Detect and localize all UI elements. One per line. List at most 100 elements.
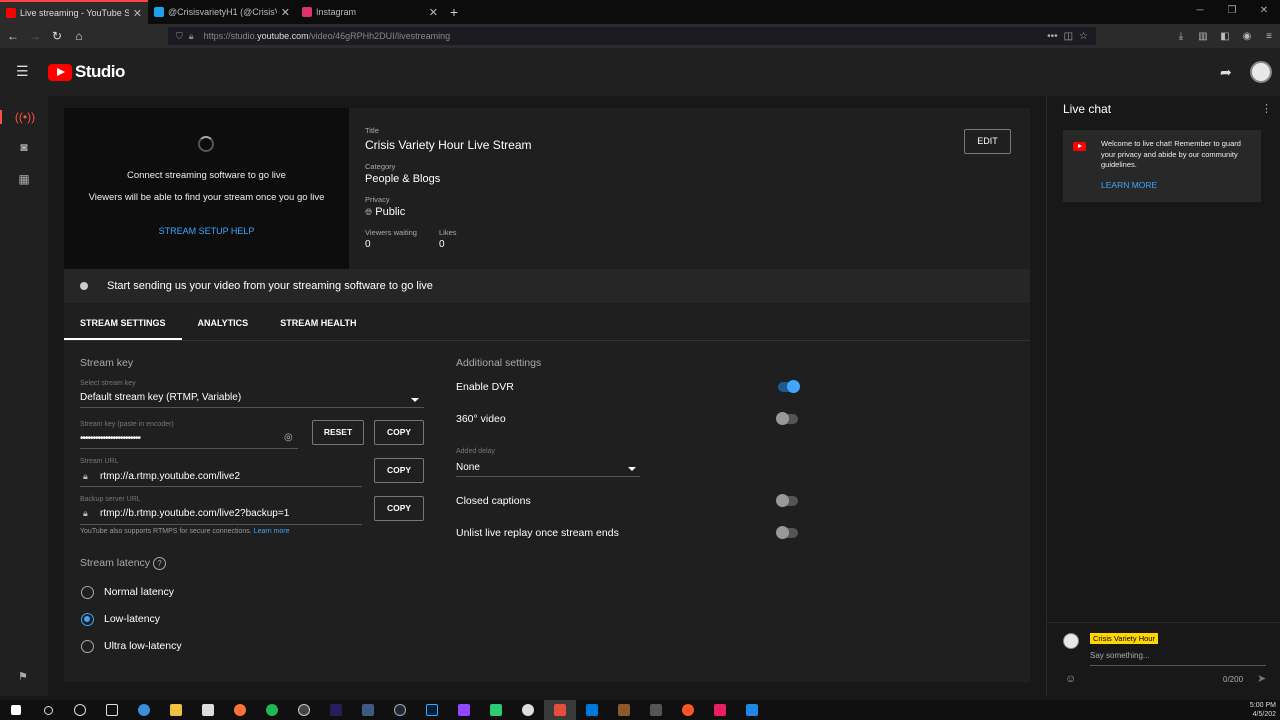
- system-clock[interactable]: 5:00 PM 4/5/202: [1250, 701, 1276, 719]
- firefox-icon[interactable]: [224, 700, 256, 720]
- additional-settings-heading: Additional settings: [456, 357, 542, 369]
- file-explorer-icon[interactable]: [160, 700, 192, 720]
- enable-dvr-toggle[interactable]: [778, 380, 800, 393]
- spotify-icon[interactable]: [256, 700, 288, 720]
- stream-setup-help-link[interactable]: STREAM SETUP HELP: [64, 226, 349, 236]
- minecraft-icon[interactable]: [608, 700, 640, 720]
- chat-message-input[interactable]: Say something...: [1090, 651, 1150, 660]
- hamburger-menu-icon[interactable]: ☰: [16, 64, 30, 78]
- toggle-knob: [776, 526, 789, 539]
- browser-tab-youtube-studio[interactable]: Live streaming - YouTube Studio ✕: [0, 0, 148, 24]
- cortana-icon[interactable]: [64, 700, 96, 720]
- twitch-icon[interactable]: [448, 700, 480, 720]
- closed-captions-toggle[interactable]: [776, 494, 798, 507]
- category-value: People & Blogs: [365, 173, 441, 185]
- app-icon[interactable]: [352, 700, 384, 720]
- rtmps-note: YouTube also supports RTMPS for secure c…: [80, 528, 290, 535]
- store-icon[interactable]: [192, 700, 224, 720]
- camera-icon[interactable]: ◙: [0, 140, 48, 154]
- low-latency-radio[interactable]: [81, 613, 94, 626]
- steam-icon[interactable]: [384, 700, 416, 720]
- close-tab-icon[interactable]: ✕: [281, 6, 290, 19]
- close-window-icon[interactable]: ✕: [1248, 0, 1280, 22]
- copy-stream-key-button[interactable]: COPY: [374, 420, 424, 445]
- account-icon[interactable]: ◉: [1236, 31, 1258, 42]
- bookmark-star-icon[interactable]: ☆: [1079, 31, 1088, 42]
- stream-status-text: Start sending us your video from your st…: [107, 280, 433, 292]
- edit-button[interactable]: EDIT: [964, 129, 1011, 154]
- tab-analytics[interactable]: ANALYTICS: [182, 308, 265, 340]
- backup-url-field[interactable]: rtmp://b.rtmp.youtube.com/live2?backup=1: [100, 508, 289, 519]
- feedback-icon[interactable]: ⚑: [18, 670, 28, 683]
- task-view-icon[interactable]: [96, 700, 128, 720]
- normal-latency-radio[interactable]: [81, 586, 94, 599]
- home-icon[interactable]: ⌂: [68, 29, 90, 43]
- added-delay-select[interactable]: None: [456, 462, 480, 473]
- premiere-icon[interactable]: [320, 700, 352, 720]
- ultra-low-latency-label: Ultra low-latency: [104, 640, 182, 652]
- calculator-icon[interactable]: [640, 700, 672, 720]
- reset-button[interactable]: RESET: [312, 420, 364, 445]
- search-icon[interactable]: [32, 700, 64, 720]
- photoshop-icon[interactable]: [416, 700, 448, 720]
- app-red-icon[interactable]: [672, 700, 704, 720]
- maximize-icon[interactable]: ❐: [1216, 0, 1248, 22]
- browser-tab-instagram[interactable]: Instagram ✕: [296, 0, 444, 24]
- app-active-icon[interactable]: [544, 700, 576, 720]
- calendar-icon[interactable]: ▦: [0, 172, 48, 186]
- photos-icon[interactable]: [736, 700, 768, 720]
- library-icon[interactable]: ▥: [1192, 31, 1214, 42]
- url-bar[interactable]: ⛉ 🔒︎ https://studio.youtube.com/video/46…: [168, 27, 1096, 45]
- account-avatar[interactable]: [1250, 61, 1272, 83]
- stream-url-field[interactable]: rtmp://a.rtmp.youtube.com/live2: [100, 471, 240, 482]
- pocket-icon[interactable]: ◫: [1064, 31, 1073, 42]
- reload-icon[interactable]: ↻: [46, 29, 68, 43]
- youtube-favicon-icon: [6, 8, 16, 18]
- studio-logo[interactable]: Studio: [48, 62, 125, 82]
- stream-key-field[interactable]: ••••••••••••••••••••••••: [80, 433, 141, 444]
- learn-more-link[interactable]: Learn more: [254, 528, 290, 535]
- chevron-down-icon[interactable]: [628, 467, 636, 471]
- eye-hide-icon[interactable]: ◎: [284, 432, 293, 443]
- vscode-icon[interactable]: [576, 700, 608, 720]
- toggle-knob: [776, 412, 789, 425]
- tabs-divider: [64, 340, 1030, 341]
- game-icon[interactable]: [480, 700, 512, 720]
- share-icon[interactable]: ➦: [1220, 64, 1232, 81]
- emoji-icon[interactable]: ☺: [1065, 673, 1076, 685]
- more-options-icon[interactable]: ⋮: [1261, 102, 1272, 115]
- menu-icon[interactable]: ≡: [1258, 31, 1280, 42]
- send-icon[interactable]: ➤: [1257, 672, 1266, 685]
- close-tab-icon[interactable]: ✕: [133, 7, 142, 20]
- edge-icon[interactable]: [128, 700, 160, 720]
- obs-icon[interactable]: [288, 700, 320, 720]
- stream-key-select[interactable]: Default stream key (RTMP, Variable): [80, 392, 241, 403]
- 360-video-toggle[interactable]: [776, 412, 798, 425]
- sidebar-icon[interactable]: ◧: [1214, 31, 1236, 42]
- close-tab-icon[interactable]: ✕: [429, 6, 438, 19]
- xbox-icon[interactable]: [512, 700, 544, 720]
- page-actions-icon[interactable]: •••: [1047, 31, 1058, 42]
- tab-stream-health[interactable]: STREAM HEALTH: [264, 308, 372, 340]
- app-pink-icon[interactable]: [704, 700, 736, 720]
- new-tab-icon[interactable]: +: [444, 4, 464, 20]
- minimize-icon[interactable]: ─: [1184, 0, 1216, 22]
- live-stream-icon[interactable]: ((•)): [0, 110, 48, 124]
- browser-tab-twitter[interactable]: @CrisisvarietyH1 (@CrisisVari... ✕: [148, 0, 296, 24]
- tab-stream-settings[interactable]: STREAM SETTINGS: [64, 308, 182, 340]
- forward-icon[interactable]: →: [24, 29, 46, 43]
- windows-start-icon[interactable]: [0, 700, 32, 720]
- ultra-low-latency-radio[interactable]: [81, 640, 94, 653]
- learn-more-link[interactable]: LEARN MORE: [1101, 180, 1157, 190]
- chevron-down-icon[interactable]: [411, 398, 419, 402]
- back-icon[interactable]: ←: [2, 29, 24, 43]
- copy-stream-url-button[interactable]: COPY: [374, 458, 424, 483]
- tab-label: Instagram: [316, 7, 357, 17]
- downloads-icon[interactable]: ⤓: [1170, 31, 1192, 42]
- help-icon[interactable]: ?: [152, 557, 166, 570]
- select-underline: [80, 407, 424, 408]
- unlist-replay-toggle[interactable]: [776, 526, 798, 539]
- copy-backup-url-button[interactable]: COPY: [374, 496, 424, 521]
- welcome-text: Welcome to live chat! Remember to guard …: [1101, 139, 1241, 169]
- likes-label: Likes: [439, 228, 457, 237]
